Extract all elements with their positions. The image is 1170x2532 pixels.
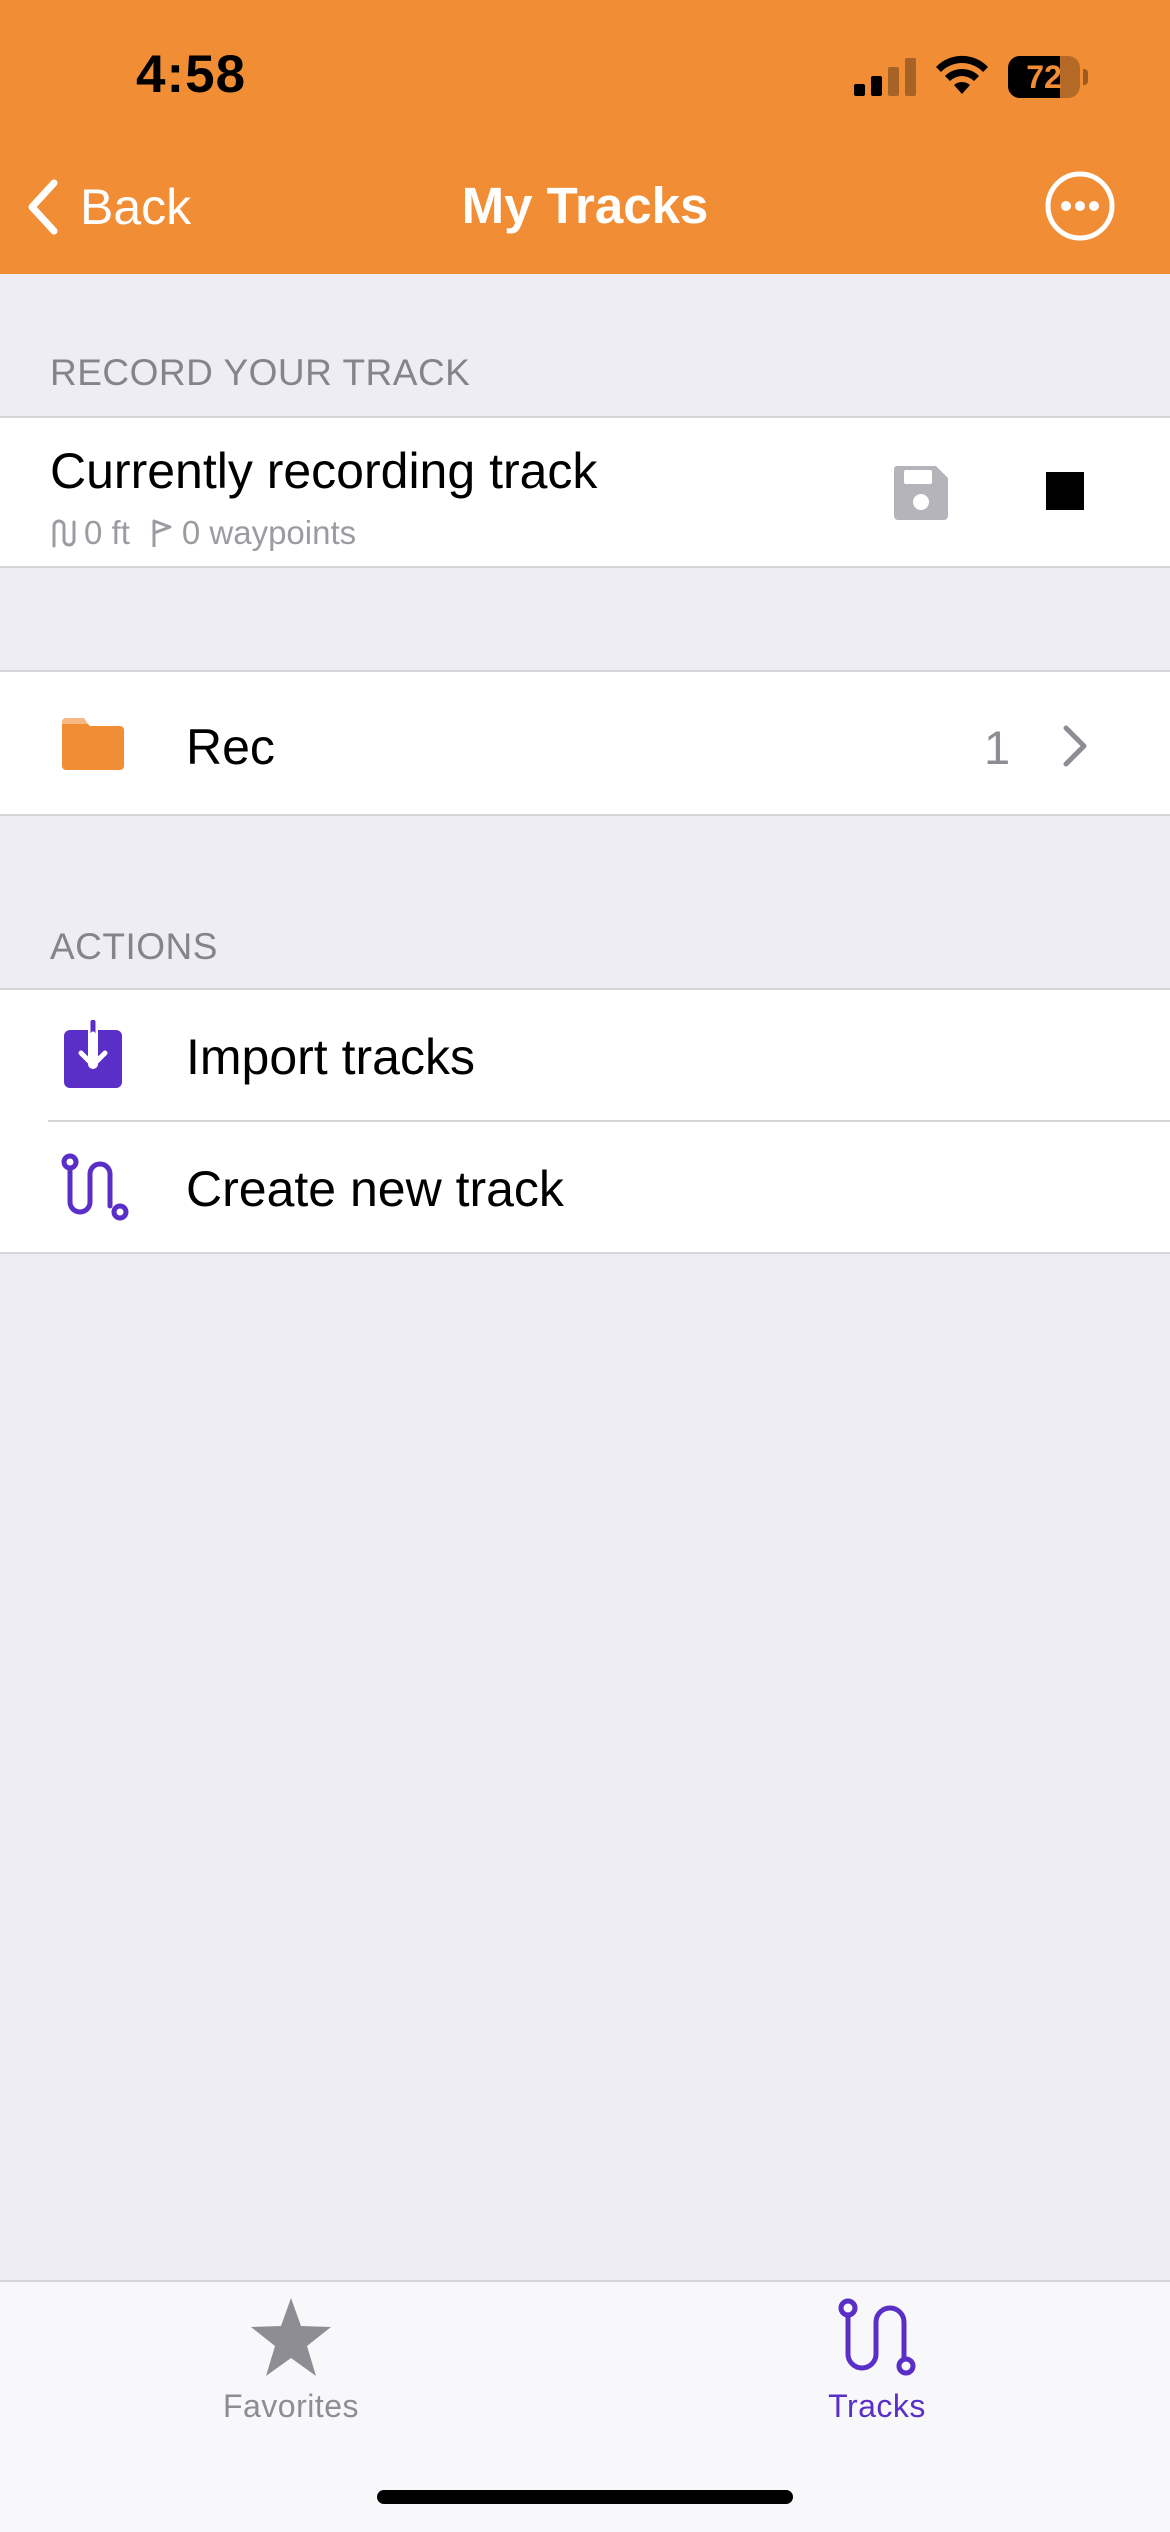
actions-list: Import tracks Create new track xyxy=(0,988,1170,1254)
flag-icon xyxy=(152,519,172,547)
save-icon[interactable] xyxy=(890,462,952,524)
chevron-right-icon xyxy=(1063,725,1087,767)
page-title: My Tracks xyxy=(461,177,709,234)
more-options-button[interactable] xyxy=(1044,170,1116,242)
import-tracks-label: Import tracks xyxy=(186,1029,475,1085)
tab-tracks-label: Tracks xyxy=(828,2388,926,2424)
tab-favorites[interactable]: Favorites xyxy=(141,2296,441,2425)
import-tracks-row[interactable]: Import tracks xyxy=(0,990,1170,1120)
record-section-header: RECORD YOUR TRACK xyxy=(50,352,471,393)
track-waypoints: 0 waypoints xyxy=(181,514,357,551)
recording-track-stats: 0 ft 0 waypoints xyxy=(48,514,356,552)
cellular-signal-icon xyxy=(854,58,916,96)
tab-favorites-label: Favorites xyxy=(222,2388,360,2424)
home-indicator[interactable] xyxy=(377,2490,793,2504)
import-icon xyxy=(64,1020,122,1088)
folder-name: Rec xyxy=(186,719,275,775)
track-distance: 0 ft xyxy=(84,514,130,551)
route-icon xyxy=(838,2298,916,2376)
header-bar: 4:58 72 Back My Tracks xyxy=(0,0,1170,274)
folder-icon xyxy=(62,718,124,770)
wifi-icon xyxy=(936,55,988,94)
status-time: 4:58 xyxy=(136,45,247,104)
recording-track-row[interactable]: Currently recording track 0 ft 0 waypoin… xyxy=(0,416,1170,568)
create-new-track-row[interactable]: Create new track xyxy=(0,1122,1170,1252)
star-icon xyxy=(251,2298,331,2376)
actions-section-header: ACTIONS xyxy=(50,926,218,967)
stop-recording-button[interactable] xyxy=(1046,472,1084,510)
route-icon xyxy=(61,1153,129,1221)
battery-icon: 72 xyxy=(1008,56,1088,98)
route-small-icon xyxy=(52,519,76,548)
create-new-track-label: Create new track xyxy=(186,1161,564,1217)
tab-tracks[interactable]: Tracks xyxy=(727,2296,1027,2425)
battery-level: 72 xyxy=(1026,59,1062,95)
folder-count: 1 xyxy=(984,721,1011,774)
folder-row-rec[interactable]: Rec 1 xyxy=(0,670,1170,816)
recording-track-title: Currently recording track xyxy=(50,443,598,499)
